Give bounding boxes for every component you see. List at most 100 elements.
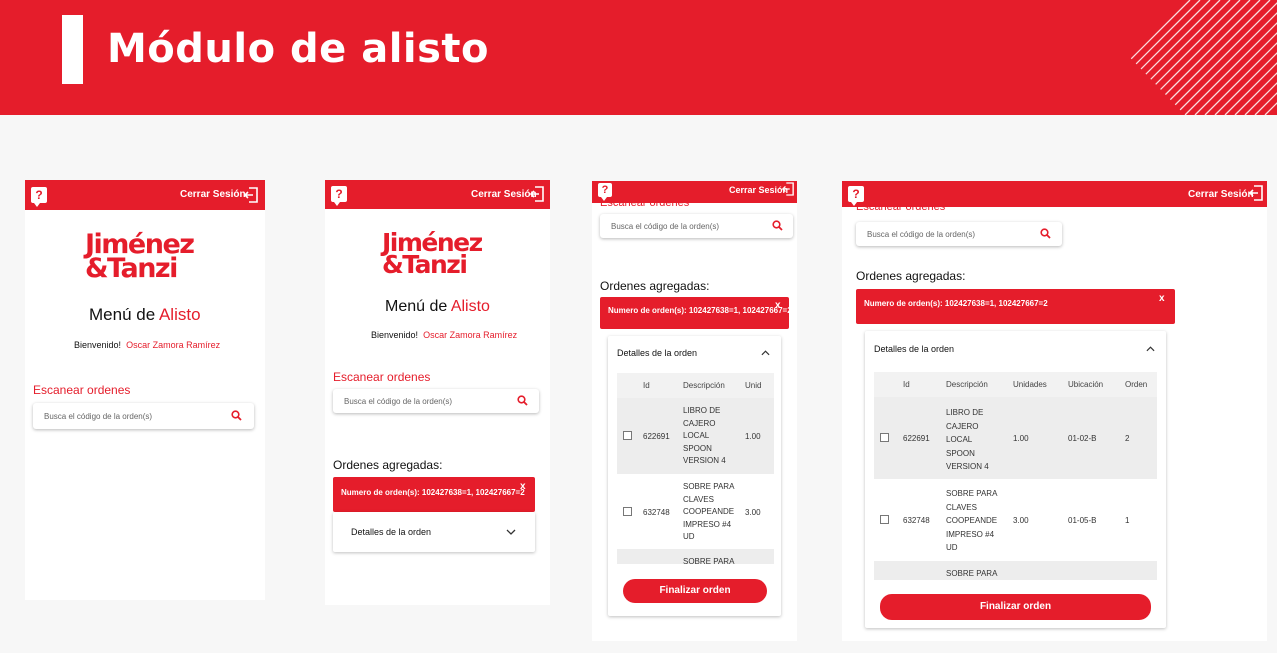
chip-close-button[interactable]: x (775, 300, 781, 311)
logout-button[interactable]: Cerrar Sesión (180, 189, 246, 200)
order-chip: Numero de orden(s): 102427638=1, 1024276… (856, 289, 1175, 324)
menu-title: Menú de Alisto (385, 298, 490, 315)
logout-icon[interactable] (782, 182, 794, 196)
screen-menu: ? Cerrar Sesión Jiménez &Tanzi Menú de A… (25, 180, 265, 600)
item-units: 1.00 (1013, 434, 1029, 443)
item-description: SOBRE PARA (683, 557, 735, 564)
user-name: Oscar Zamora Ramírez (126, 340, 221, 350)
row-checkbox[interactable] (880, 515, 889, 524)
logout-button[interactable]: Cerrar Sesión (1188, 189, 1254, 200)
item-order: 1 (1125, 516, 1130, 525)
item-description: LIBRO DE CAJERO LOCAL SPOON VERSION 4 (683, 406, 726, 465)
item-description: LIBRO DE CAJERO LOCAL SPOON VERSION 4 (946, 408, 989, 471)
item-units: 3.00 (1013, 516, 1029, 525)
help-icon[interactable]: ? (598, 183, 612, 201)
search-placeholder: Busca el código de la orden(s) (44, 412, 153, 421)
item-units: 3.00 (745, 508, 761, 517)
table-row: SOBRE PARA (874, 561, 1157, 580)
header-banner: Módulo de alisto (0, 0, 1277, 115)
order-items-table: Id Descripción Unid 622691 LIBRO DE CAJE… (617, 373, 774, 564)
table-row: 622691 LIBRO DE CAJERO LOCAL SPOON VERSI… (874, 397, 1157, 479)
help-icon[interactable]: ? (848, 186, 864, 206)
column-header: Ubicación (1068, 380, 1104, 389)
order-details-accordion: Detalles de la orden Id Descripción Unid… (608, 336, 781, 616)
page-title: Módulo de alisto (107, 26, 490, 72)
table-row: SOBRE PARA (617, 549, 774, 564)
order-details-accordion[interactable]: Detalles de la orden (333, 512, 535, 552)
column-header: Id (903, 380, 910, 389)
order-details-header[interactable]: Detalles de la orden (617, 348, 697, 358)
search-icon[interactable] (1040, 228, 1051, 239)
item-location: 01-02-B (1068, 434, 1097, 443)
logout-icon[interactable] (244, 187, 258, 203)
screen-orders-expanded-wide: Escanear ordenes ? Cerrar Sesión Busca e… (842, 181, 1267, 641)
item-id: 632748 (903, 516, 930, 525)
screen-orders-collapsed: ? Cerrar Sesión Jiménez &Tanzi Menú de A… (325, 180, 550, 605)
order-details-header[interactable]: Detalles de la orden (351, 527, 431, 537)
item-units: 1.00 (745, 432, 761, 441)
chip-close-button[interactable]: x (1159, 293, 1165, 304)
order-chip-text: Numero de orden(s): 102427638=1, 1024276… (341, 488, 525, 497)
column-header: Descripción (683, 381, 725, 390)
row-checkbox[interactable] (623, 431, 632, 440)
column-header: Id (643, 381, 650, 390)
column-header: Unid (745, 381, 762, 390)
table-row: 632748 SOBRE PARA CLAVES COOPEANDE IMPRE… (617, 474, 774, 549)
row-checkbox[interactable] (623, 507, 632, 516)
user-name: Oscar Zamora Ramírez (423, 330, 518, 340)
search-input[interactable]: Busca el código de la orden(s) (856, 222, 1062, 246)
scan-orders-label: Escanear ordenes (33, 383, 131, 397)
app-bar: ? Cerrar Sesión (842, 181, 1267, 207)
row-checkbox[interactable] (880, 433, 889, 442)
search-input[interactable]: Busca el código de la orden(s) (33, 403, 254, 429)
chevron-up-icon[interactable] (761, 350, 770, 356)
order-details-header[interactable]: Detalles de la orden (874, 344, 954, 354)
item-description: SOBRE PARA (946, 569, 998, 578)
welcome-text: Bienvenido! Oscar Zamora Ramírez (371, 330, 518, 340)
order-details-accordion: Detalles de la orden Id Descripción Unid… (865, 331, 1166, 628)
app-bar: ? Cerrar Sesión (25, 180, 265, 210)
order-chip: Numero de orden(s): 102427638=1, 1024276… (600, 297, 792, 329)
column-header: Unidades (1013, 380, 1047, 389)
search-input[interactable]: Busca el código de la orden(s) (600, 214, 793, 238)
order-chip: Numero de orden(s): 102427638=1, 1024276… (333, 477, 535, 512)
search-placeholder: Busca el código de la orden(s) (344, 397, 453, 406)
welcome-text: Bienvenido! Oscar Zamora Ramírez (74, 340, 221, 350)
item-id: 632748 (643, 508, 670, 517)
item-id: 622691 (643, 432, 670, 441)
finalize-order-button[interactable]: Finalizar orden (623, 579, 767, 603)
added-orders-label: Ordenes agregadas: (600, 279, 710, 293)
search-icon[interactable] (517, 395, 528, 406)
order-chip-text: Numero de orden(s): 102427638=1, 1024276… (608, 306, 792, 315)
added-orders-label: Ordenes agregadas: (856, 269, 966, 283)
added-orders-label: Ordenes agregadas: (333, 458, 443, 472)
jimenez-tanzi-logo: Jiménez &Tanzi (382, 228, 483, 279)
screen-orders-expanded-narrow: Escanear ordenes ? Cerrar Sesión Busca e… (592, 181, 797, 641)
search-input[interactable]: Busca el código de la orden(s) (333, 389, 539, 413)
help-icon[interactable]: ? (31, 187, 47, 207)
logout-icon[interactable] (530, 186, 544, 202)
search-placeholder: Busca el código de la orden(s) (611, 222, 720, 231)
chevron-up-icon[interactable] (1146, 346, 1155, 352)
column-header: Descripción (946, 380, 988, 389)
chip-close-button[interactable]: x (520, 481, 526, 492)
item-location: 01-05-B (1068, 516, 1097, 525)
item-description: SOBRE PARA CLAVES COOPEANDE IMPRESO #4 U… (683, 482, 735, 541)
column-header: Orden (1125, 380, 1148, 389)
logout-icon[interactable] (1249, 185, 1263, 201)
order-chip-text: Numero de orden(s): 102427638=1, 1024276… (864, 299, 1048, 308)
search-placeholder: Busca el código de la orden(s) (867, 230, 976, 239)
order-items-table: Id Descripción Unidades Ubicación Orden … (874, 372, 1157, 580)
search-icon[interactable] (231, 410, 242, 421)
help-icon[interactable]: ? (331, 186, 347, 206)
logout-button[interactable]: Cerrar Sesión (471, 189, 537, 200)
item-order: 2 (1125, 434, 1130, 443)
scan-orders-label: Escanear ordenes (333, 370, 431, 384)
search-icon[interactable] (772, 220, 783, 231)
app-bar: ? Cerrar Sesión (325, 180, 550, 209)
finalize-order-button[interactable]: Finalizar orden (880, 594, 1151, 620)
diagonal-stripes-decoration (1075, 0, 1277, 115)
logout-button[interactable]: Cerrar Sesión (729, 185, 788, 195)
chevron-down-icon[interactable] (506, 529, 516, 535)
item-description: SOBRE PARA CLAVES COOPEANDE IMPRESO #4 U… (946, 489, 998, 552)
